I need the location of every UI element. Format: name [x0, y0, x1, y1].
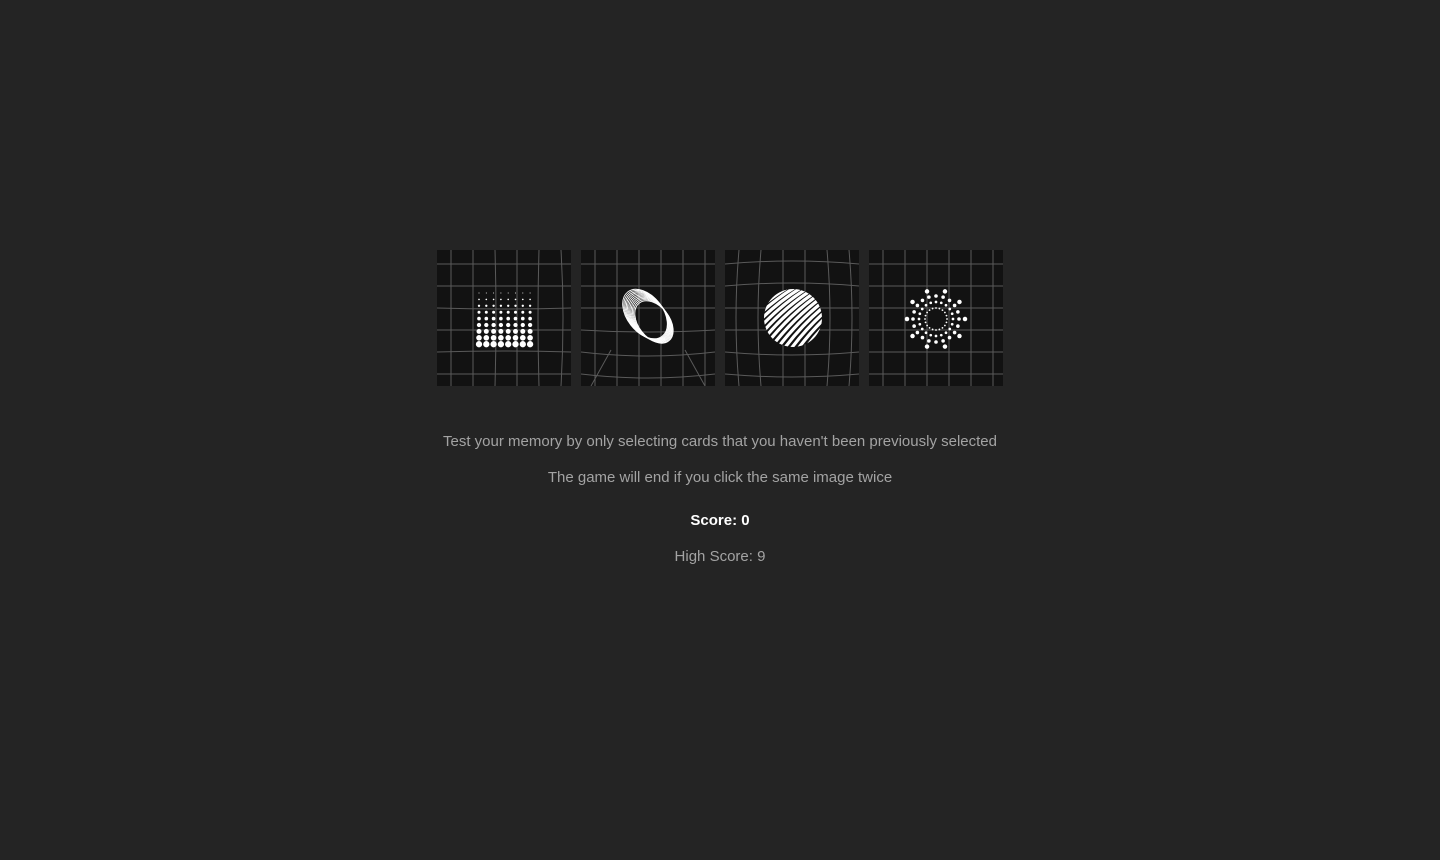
card-row: [437, 250, 1003, 386]
card-dot-grid[interactable]: [437, 250, 571, 386]
card-wireframe-ring[interactable]: [581, 250, 715, 386]
dot-grid-icon: [437, 250, 571, 386]
instruction-text: Test your memory by only selecting cards…: [443, 433, 997, 450]
radial-burst-icon: [869, 250, 1003, 386]
score-display: Score: 0: [690, 512, 750, 529]
high-score-display: High Score: 9: [674, 548, 766, 565]
game-board: Test your memory by only selecting cards…: [0, 0, 1440, 860]
warning-text: The game will end if you click the same …: [547, 469, 893, 486]
card-radial-dots[interactable]: [869, 250, 1003, 386]
ring-icon: [581, 250, 715, 386]
card-striped-sphere[interactable]: [725, 250, 859, 386]
sphere-icon: [725, 250, 859, 386]
